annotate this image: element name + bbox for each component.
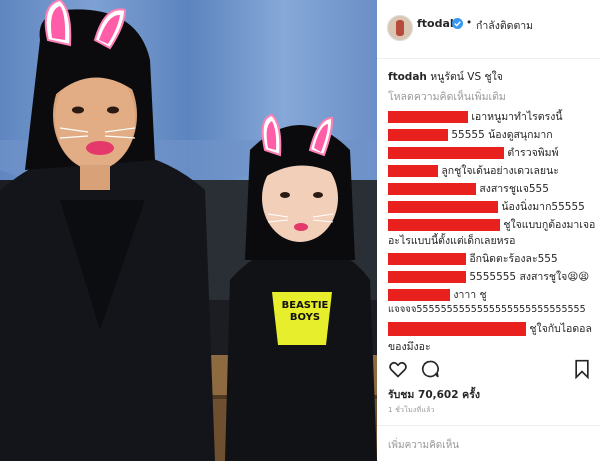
add-comment-bar: เพิ่มความคิดเห็น bbox=[377, 425, 600, 462]
redacted-username bbox=[388, 183, 476, 195]
comment-item: ลูกชูใจเด้นอย่างเดวเลยนะ bbox=[388, 162, 559, 179]
comment-text: งาาา ชู bbox=[453, 289, 487, 301]
redacted-username bbox=[388, 165, 438, 177]
comment-item: ตำรวจพิมพ์ bbox=[388, 144, 559, 161]
redacted-username bbox=[388, 201, 498, 213]
comment-text: ตำรวจพิมพ์ bbox=[507, 147, 559, 159]
comment-text: 5555555 สงสารชูใจ😫😫 bbox=[469, 271, 590, 283]
post-header: ftodah • กำลังติดตาม bbox=[377, 0, 600, 59]
redacted-username bbox=[388, 129, 448, 141]
post-timestamp[interactable]: 1 ชั่วโมงที่แล้ว bbox=[388, 405, 435, 416]
redacted-username bbox=[388, 253, 466, 265]
follow-status-button[interactable]: กำลังติดตาม bbox=[476, 17, 533, 34]
bookmark-icon[interactable] bbox=[573, 359, 591, 379]
shirt-logo: BEASTIE BOYS bbox=[280, 300, 330, 324]
caption: ftodah หนูรัตน์ VS ชูใจ bbox=[388, 68, 503, 85]
instagram-post-view: BEASTIE BOYS ftodah • กำลังติดตาม ftodah… bbox=[0, 0, 600, 461]
add-comment-input[interactable]: เพิ่มความคิดเห็น bbox=[388, 438, 459, 453]
comment-continuation: อะไรแบบนี้ตั้งแต่เด็กเลยหรอ bbox=[388, 235, 516, 247]
redacted-username bbox=[388, 147, 504, 159]
view-count[interactable]: รับชม 70,602 ครั้ง bbox=[388, 386, 480, 403]
comment-item: น้องนิ่งมาก55555 bbox=[388, 198, 585, 215]
redacted-username bbox=[388, 289, 450, 301]
comment-item: งาาา ชู bbox=[388, 286, 487, 303]
action-bar bbox=[377, 357, 600, 381]
avatar[interactable] bbox=[387, 15, 413, 41]
comment-item: อีกนิดตะร้องละ555 bbox=[388, 250, 558, 267]
comment-icon[interactable] bbox=[420, 359, 440, 379]
comment-item: ชูใจแบบกูต้องมาเจอ bbox=[388, 216, 595, 233]
comment-text: เอาหนูมาทำไรตรงนี้ bbox=[471, 111, 563, 123]
redacted-username bbox=[388, 322, 526, 336]
shirt-logo-line1: BEASTIE bbox=[281, 300, 329, 311]
comment-item: สงสารชูแจ555 bbox=[388, 180, 549, 197]
redacted-username bbox=[388, 271, 466, 283]
comment-text: น้องนิ่งมาก55555 bbox=[501, 201, 585, 213]
post-side-panel: ftodah • กำลังติดตาม ftodah หนูรัตน์ VS … bbox=[377, 0, 600, 461]
comment-text: อีกนิดตะร้องละ555 bbox=[469, 253, 558, 265]
redacted-username bbox=[388, 219, 500, 231]
caption-username[interactable]: ftodah bbox=[388, 71, 427, 83]
comment-text: ชูใจแบบกูต้องมาเจอ bbox=[503, 219, 596, 231]
load-more-comments[interactable]: โหลดความคิดเห็นเพิ่มเติม bbox=[388, 88, 506, 105]
comment-text: ชูใจกับไอดอล bbox=[529, 323, 592, 335]
comment-item: เอาหนูมาทำไรตรงนี้ bbox=[388, 108, 563, 125]
comment-text: สงสารชูแจ555 bbox=[479, 183, 549, 195]
comment-continuation: ของมึงอะ bbox=[388, 341, 431, 353]
comment-item: ชูใจกับไอดอล bbox=[388, 320, 592, 337]
comment-item: 5555555 สงสารชูใจ😫😫 bbox=[388, 268, 589, 285]
comment-text: 55555 น้องดูสนุกมาก bbox=[451, 129, 553, 141]
header-separator: • bbox=[466, 17, 473, 29]
heart-icon[interactable] bbox=[388, 359, 408, 379]
caption-text: หนูรัตน์ VS ชูใจ bbox=[430, 71, 503, 83]
post-photo[interactable]: BEASTIE BOYS bbox=[0, 0, 377, 461]
redacted-username bbox=[388, 111, 468, 123]
comment-text: ลูกชูใจเด้นอย่างเดวเลยนะ bbox=[441, 165, 559, 177]
post-photo-illustration bbox=[0, 0, 377, 461]
comment-continuation: แจจจจ5555555555555555555555555555 bbox=[388, 304, 586, 315]
verified-badge-icon bbox=[452, 18, 463, 29]
comment-item: 55555 น้องดูสนุกมาก bbox=[388, 126, 553, 143]
shirt-logo-line2: BOYS bbox=[289, 312, 321, 323]
